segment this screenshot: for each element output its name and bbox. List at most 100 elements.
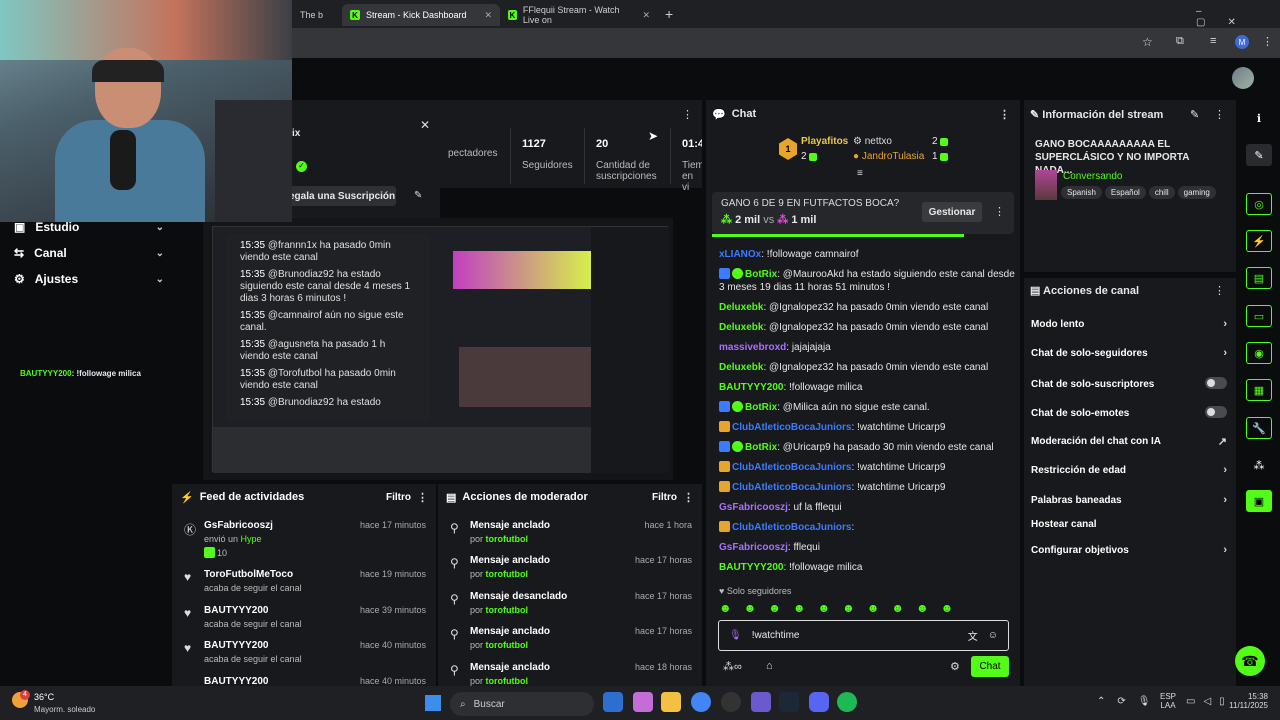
action-slow-mode[interactable]: Modo lento › (1031, 318, 1227, 330)
lightning-icon[interactable]: ⚡ (1246, 230, 1272, 252)
gift-subscription-button[interactable]: egala una Suscripción (285, 186, 396, 206)
command-log: 15:35 @frannn1x ha pasado 0min viendo es… (226, 234, 430, 420)
obs-icon[interactable] (721, 692, 741, 712)
menu-icon[interactable]: ⋮ (994, 205, 1005, 218)
translate-icon[interactable]: 文 (968, 628, 978, 643)
action-ai-moderation[interactable]: Moderación del chat con IA ↗ (1031, 435, 1227, 448)
chat-username[interactable]: ClubAtleticoBocaJuniors (732, 522, 851, 533)
menu-icon[interactable]: ⋮ (1262, 35, 1273, 48)
chat-input[interactable]: 🎙 !watchtime 文 ☺ (718, 620, 1009, 651)
chat-text: : @Uricarp9 ha pasado 30 min viendo este… (777, 442, 994, 453)
leaderboard-entry: ⚙ nettxo (853, 136, 892, 147)
sidebar-item-ajustes[interactable]: ⚙ Ajustes ⌄ (14, 269, 164, 289)
action-age-restriction[interactable]: Restricción de edad › (1031, 464, 1227, 476)
gear-icon[interactable]: ⚙ (950, 660, 960, 673)
chat-username[interactable]: ClubAtleticoBocaJuniors (732, 462, 851, 473)
broadcast-icon[interactable]: ◉ (1246, 342, 1272, 364)
chat-username[interactable]: BotRix (745, 269, 777, 280)
emoji-icon[interactable]: ☺ (988, 630, 998, 641)
chat-username[interactable]: ClubAtleticoBocaJuniors (732, 422, 851, 433)
chat-username[interactable]: BAUTYYY200 (719, 382, 783, 393)
filter-button[interactable]: Filtro (386, 492, 411, 503)
edit-icon[interactable]: ✎ (414, 190, 422, 201)
avatar[interactable] (1232, 67, 1254, 89)
steam-icon[interactable] (779, 692, 799, 712)
chat-username[interactable]: BotRix (745, 402, 777, 413)
close-icon[interactable]: ✕ (420, 118, 430, 132)
menu-icon[interactable]: ⋮ (417, 491, 428, 504)
emote-bar[interactable]: ☻☻☻☻☻☻☻☻☻☻ (719, 601, 965, 615)
filter-button[interactable]: Filtro (652, 492, 677, 503)
chat-icon[interactable]: ▭ (1246, 305, 1272, 327)
chat-username[interactable]: Deluxebk (719, 362, 763, 373)
menu-icon[interactable]: ⋮ (999, 108, 1010, 121)
support-chat-button[interactable]: ☎ (1235, 646, 1265, 676)
manage-poll-button[interactable]: Gestionar (922, 202, 982, 222)
extensions-icon[interactable]: ⧉ (1176, 35, 1184, 48)
mic-icon[interactable]: 🎙 (729, 630, 742, 641)
chat-username[interactable]: BAUTYYY200 (719, 562, 783, 573)
chat-username[interactable]: BotRix (745, 442, 777, 453)
menu-icon[interactable]: ⋮ (682, 108, 693, 121)
edge-icon[interactable] (603, 692, 623, 712)
chevron-down-icon: ⌄ (155, 221, 164, 233)
expand-icon[interactable]: ≡ (857, 168, 863, 179)
target-icon[interactable]: ◎ (1246, 193, 1272, 215)
language-indicator[interactable]: ESP LAA (1160, 692, 1176, 710)
edit-icon[interactable]: ✎ (1190, 108, 1199, 121)
window-controls[interactable]: –▢✕ (1196, 6, 1280, 28)
layout-icon[interactable]: ▦ (1246, 379, 1272, 401)
chat-text: : !watchtime Uricarp9 (851, 462, 946, 473)
action-host-channel[interactable]: Hostear canal (1031, 519, 1227, 530)
action-subscribers-only[interactable]: Chat de solo-suscriptores (1031, 377, 1227, 392)
spotify-icon[interactable] (837, 692, 857, 712)
menu-icon[interactable]: ⋮ (683, 491, 694, 504)
action-configure-goals[interactable]: Configurar objetivos › (1031, 544, 1227, 556)
chat-username[interactable]: Deluxebk (719, 322, 763, 333)
kicks-icon[interactable]: ⁂ (1246, 454, 1272, 476)
action-banned-words[interactable]: Palabras baneadas › (1031, 494, 1227, 506)
chat-message: BotRix: @Milica aún no sigue este canal. (719, 401, 1015, 414)
chrome-icon[interactable] (691, 692, 711, 712)
system-tray-icons[interactable]: ⌃⟳🎙 (1097, 696, 1162, 707)
chat-username[interactable]: GsFabricooszj (719, 542, 788, 553)
star-icon[interactable]: ☆ (1142, 35, 1153, 49)
chat-username[interactable]: ClubAtleticoBocaJuniors (732, 482, 851, 493)
document-icon[interactable]: ▤ (1246, 267, 1272, 289)
media-icon[interactable]: ≡ (1210, 35, 1216, 47)
tab-the-b[interactable]: The b (292, 4, 342, 26)
windows-start-icon[interactable] (425, 695, 441, 711)
menu-icon[interactable]: ⋮ (1214, 108, 1225, 121)
chat-username[interactable]: xLIANOx (719, 249, 761, 260)
info-icon[interactable]: ℹ (1246, 107, 1272, 129)
app-icon[interactable]: ▣ (1246, 490, 1272, 512)
profile-avatar[interactable]: M (1235, 35, 1249, 49)
tab-kick-dashboard[interactable]: K Stream - Kick Dashboard ✕ (342, 4, 500, 26)
chat-username[interactable]: GsFabricooszj (719, 502, 788, 513)
close-icon[interactable]: ✕ (484, 10, 492, 21)
close-icon[interactable]: ✕ (642, 10, 650, 21)
chat-message: BotRix: @MaurooAkd ha estado siguiendo e… (719, 268, 1015, 294)
action-followers-only[interactable]: Chat de solo-seguidores › (1031, 347, 1227, 359)
taskbar-search[interactable]: ⌕ Buscar (450, 692, 594, 716)
copilot-icon[interactable] (633, 692, 653, 712)
store-icon[interactable]: ⌂ (766, 660, 773, 672)
chat-username[interactable]: massivebroxd (719, 342, 786, 353)
wrench-icon[interactable]: 🔧 (1246, 417, 1272, 439)
tab-fflequii-stream[interactable]: K FFlequii Stream - Watch Live on ✕ (500, 4, 658, 26)
sidebar-item-canal[interactable]: ⇆ Canal ⌄ (14, 243, 164, 263)
clock[interactable]: 15:38 11/11/2025 (1224, 692, 1268, 710)
new-tab-button[interactable]: + (665, 6, 673, 22)
edit-icon[interactable]: ✎ (1246, 144, 1272, 166)
menu-icon[interactable]: ⋮ (1214, 284, 1225, 297)
weather-description: Mayorm. soleado (34, 705, 96, 714)
send-chat-button[interactable]: Chat (971, 656, 1009, 677)
action-emotes-only[interactable]: Chat de solo-emotes (1031, 406, 1227, 421)
chat-username[interactable]: Deluxebk (719, 302, 763, 313)
teams-icon[interactable] (751, 692, 771, 712)
folder-icon[interactable] (661, 692, 681, 712)
list-item: ♥ ToroFutbolMeToco acaba de seguir el ca… (184, 569, 426, 593)
discord-icon[interactable] (809, 692, 829, 712)
kick-icon: K (508, 10, 517, 20)
kicks-icon[interactable]: ⁂∞ (723, 660, 742, 673)
